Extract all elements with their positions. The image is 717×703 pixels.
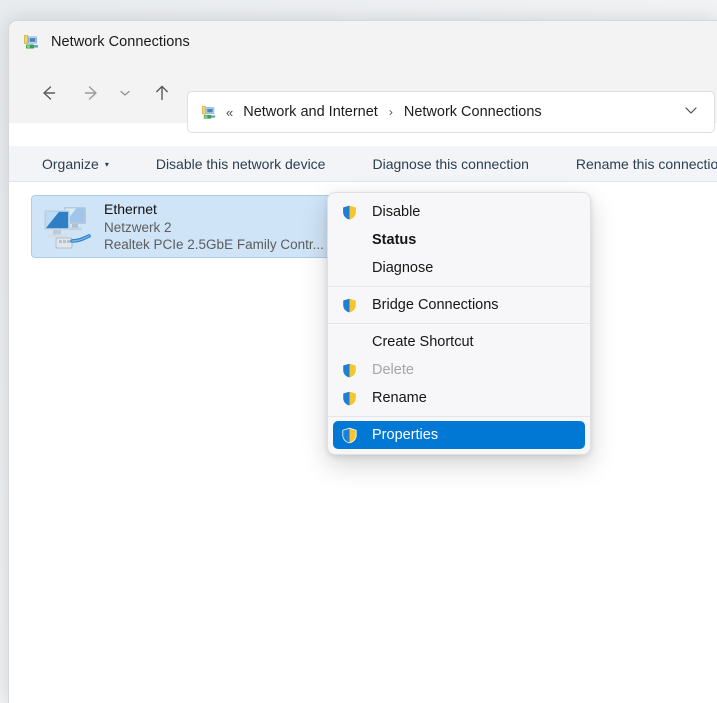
address-dropdown-button[interactable] (680, 101, 702, 123)
breadcrumb-separator-icon: › (388, 105, 393, 119)
context-menu-label: Rename (372, 390, 427, 406)
window-title: Network Connections (51, 34, 190, 50)
forward-button[interactable] (75, 76, 109, 110)
connection-adapter: Realtek PCIe 2.5GbE Family Contr... (104, 237, 324, 252)
context-menu-item-diagnose[interactable]: Diagnose (333, 254, 585, 282)
ethernet-adapter-icon (40, 202, 98, 252)
context-menu-item-rename[interactable]: Rename (333, 384, 585, 412)
recent-locations-button[interactable] (113, 76, 137, 110)
connection-network: Netzwerk 2 (104, 219, 172, 235)
uac-shield-icon (341, 362, 358, 379)
uac-shield-icon (341, 427, 358, 444)
uac-shield-icon (341, 390, 358, 407)
uac-shield-icon (341, 297, 358, 314)
context-menu-item-disable[interactable]: Disable (333, 198, 585, 226)
no-icon-placeholder (341, 232, 358, 249)
context-menu-label: Properties (372, 427, 439, 443)
list-item-text: Ethernet Netzwerk 2 Realtek PCIe 2.5GbE … (104, 202, 324, 252)
context-menu-item-properties[interactable]: Properties (333, 421, 585, 449)
context-menu-item-delete: Delete (333, 356, 585, 384)
command-toolbar: Organize ▾ Disable this network device Di… (9, 146, 717, 182)
breadcrumb-item-network-and-internet[interactable]: Network and Internet (241, 101, 380, 123)
toolbar-disable-device-button[interactable]: Disable this network device (150, 152, 332, 176)
arrow-right-icon (82, 83, 102, 103)
connection-name: Ethernet (104, 200, 157, 217)
context-menu-item-create-shortcut[interactable]: Create Shortcut (333, 328, 585, 356)
arrow-left-icon (38, 83, 58, 103)
context-menu-separator (328, 286, 590, 287)
no-icon-placeholder (341, 260, 358, 277)
context-menu: Disable Status Diagnose Bridge Connectio… (327, 192, 591, 455)
breadcrumb-item-network-connections[interactable]: Network Connections (402, 101, 544, 123)
list-item-ethernet[interactable]: Ethernet Netzwerk 2 Realtek PCIe 2.5GbE … (31, 195, 353, 258)
uac-shield-icon (341, 204, 358, 221)
chevron-down-icon (683, 102, 699, 123)
context-menu-separator (328, 416, 590, 417)
up-button[interactable] (145, 76, 179, 110)
address-bar[interactable]: « Network and Internet › Network Connect… (187, 91, 715, 133)
address-bar-location-icon (201, 104, 218, 121)
back-button[interactable] (31, 76, 65, 110)
window-titlebar: Network Connections (9, 21, 717, 63)
toolbar-organize-label: Organize (42, 155, 99, 172)
network-connections-icon (23, 33, 41, 51)
context-menu-separator (328, 323, 590, 324)
chevron-down-icon: ▾ (104, 159, 109, 169)
no-icon-placeholder (341, 334, 358, 351)
context-menu-label: Status (372, 232, 417, 248)
context-menu-item-bridge-connections[interactable]: Bridge Connections (333, 291, 585, 319)
toolbar-diagnose-connection-button[interactable]: Diagnose this connection (366, 152, 534, 176)
context-menu-label: Delete (372, 362, 414, 378)
chevron-down-icon (118, 86, 132, 100)
context-menu-label: Bridge Connections (372, 297, 499, 313)
toolbar-rename-connection-button[interactable]: Rename this connection (570, 152, 717, 176)
arrow-up-icon (152, 83, 172, 103)
breadcrumb-overflow-chevron[interactable]: « (226, 105, 233, 120)
desktop-background: Network Connections « Network and Intern… (0, 0, 717, 703)
context-menu-label: Create Shortcut (372, 334, 474, 350)
context-menu-item-status[interactable]: Status (333, 226, 585, 254)
context-menu-label: Diagnose (372, 260, 434, 276)
context-menu-label: Disable (372, 204, 421, 220)
toolbar-organize-button[interactable]: Organize ▾ (36, 152, 115, 176)
